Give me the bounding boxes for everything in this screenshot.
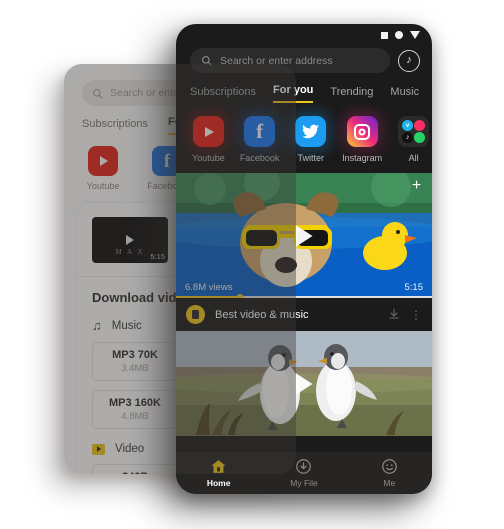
back-option-quality: MP3 70K [112, 349, 158, 361]
nav-label-home: Home [206, 478, 231, 488]
back-social-label-youtube: Youtube [86, 181, 120, 191]
tab-music[interactable]: Music [390, 86, 419, 103]
foreground-phone-dark: Search or enter address ♪ Subscriptions … [176, 24, 432, 494]
search-placeholder: Search or enter address [220, 54, 333, 67]
search-icon [93, 88, 103, 98]
play-icon[interactable] [295, 372, 313, 395]
video-views: 6.8M views [185, 282, 233, 293]
tab-trending[interactable]: Trending [330, 86, 373, 103]
video-thumbnail-dog[interactable]: + 6.8M views 5:15 [176, 173, 432, 298]
back-option-quality: 240P [122, 471, 148, 474]
tab-bar: Subscriptions For you Trending Music Cha… [176, 73, 432, 103]
triangle-icon [410, 31, 420, 39]
screenshot-canvas: Search or enter address Subscriptions Fo… [0, 0, 504, 529]
play-icon [126, 235, 134, 245]
circle-icon [395, 31, 403, 39]
video-card-1: + 6.8M views 5:15 Best video & music ⋮ [176, 173, 432, 331]
search-input[interactable]: Search or enter address [190, 48, 390, 73]
more-vertical-icon[interactable]: ⋮ [410, 308, 422, 322]
back-option-size: 4.8MB [121, 411, 149, 422]
video-meta-1: 6.8M views 5:15 [176, 282, 432, 293]
home-icon [211, 460, 226, 473]
nav-item-home[interactable]: Home [176, 452, 261, 494]
social-item-youtube[interactable]: Youtube [190, 116, 227, 163]
social-item-facebook[interactable]: f Facebook [239, 116, 280, 163]
social-item-all[interactable]: v ♪ All [395, 116, 432, 163]
search-row: Search or enter address ♪ [176, 46, 432, 73]
play-icon[interactable] [295, 224, 313, 247]
smiley-icon [381, 459, 397, 474]
download-circle-icon [296, 459, 312, 474]
nav-item-me[interactable]: Me [347, 452, 432, 494]
twitter-icon [295, 116, 327, 147]
video-title-bar: Best video & music ⋮ [176, 298, 432, 331]
back-option-mp3-70k[interactable]: MP3 70K 3.4MB [92, 342, 178, 381]
youtube-icon [88, 146, 118, 176]
plus-icon[interactable]: + [410, 178, 423, 194]
back-option-size: 3.4MB [121, 363, 149, 374]
bottom-navigation: Home My File Me [176, 452, 432, 494]
back-social-item-youtube[interactable]: Youtube [82, 146, 124, 191]
music-note-icon: ♫ [92, 318, 102, 333]
social-label-youtube: Youtube [192, 153, 225, 163]
back-tab-subscriptions[interactable]: Subscriptions [82, 118, 148, 135]
back-video-duration: 5:15 [150, 252, 165, 261]
video-badge-icon [92, 443, 105, 455]
search-icon [202, 56, 212, 66]
video-thumbnail-penguins[interactable] [176, 331, 432, 436]
square-icon [381, 31, 388, 39]
download-icon[interactable] [388, 307, 400, 323]
video-title: Best video & music [215, 308, 309, 321]
music-note-icon[interactable]: ♪ [398, 49, 420, 72]
social-label-facebook: Facebook [239, 153, 280, 163]
all-apps-icon: v ♪ [398, 116, 430, 147]
video-feed: + 6.8M views 5:15 Best video & music ⋮ [176, 173, 432, 436]
progress-handle[interactable] [236, 293, 244, 298]
tab-subscriptions[interactable]: Subscriptions [190, 86, 256, 103]
social-label-all: All [408, 153, 419, 163]
social-label-instagram: Instagram [342, 153, 383, 163]
status-bar [176, 24, 432, 46]
social-item-instagram[interactable]: Instagram [342, 116, 382, 163]
nav-label-my-file: My File [290, 478, 318, 488]
back-option-mp3-160k[interactable]: MP3 160K 4.8MB [92, 390, 178, 429]
channel-avatar-icon[interactable] [186, 305, 205, 324]
youtube-icon [192, 116, 224, 147]
social-item-twitter[interactable]: Twitter [292, 116, 329, 163]
video-duration: 5:15 [404, 282, 424, 293]
nav-label-me: Me [383, 478, 396, 488]
back-video-thumbnail[interactable]: M A X 5:15 [92, 217, 168, 263]
music-note-glyph: ♪ [406, 54, 412, 66]
back-section-label-music: Music [111, 319, 142, 332]
video-progress-bar[interactable] [176, 293, 432, 298]
social-shortcut-row: Youtube f Facebook Twitter Instagram v ♪… [176, 103, 432, 163]
social-label-twitter: Twitter [297, 153, 324, 163]
progress-fill [176, 296, 240, 298]
instagram-icon [346, 116, 378, 147]
facebook-icon: f [244, 116, 276, 147]
nav-item-my-file[interactable]: My File [261, 452, 346, 494]
video-card-2 [176, 331, 432, 436]
back-section-label-video: Video [115, 443, 145, 455]
tab-for-you[interactable]: For you [273, 84, 314, 103]
back-option-quality: MP3 160K [109, 397, 161, 409]
back-option-240p[interactable]: 240P 5.6MB [92, 464, 178, 474]
